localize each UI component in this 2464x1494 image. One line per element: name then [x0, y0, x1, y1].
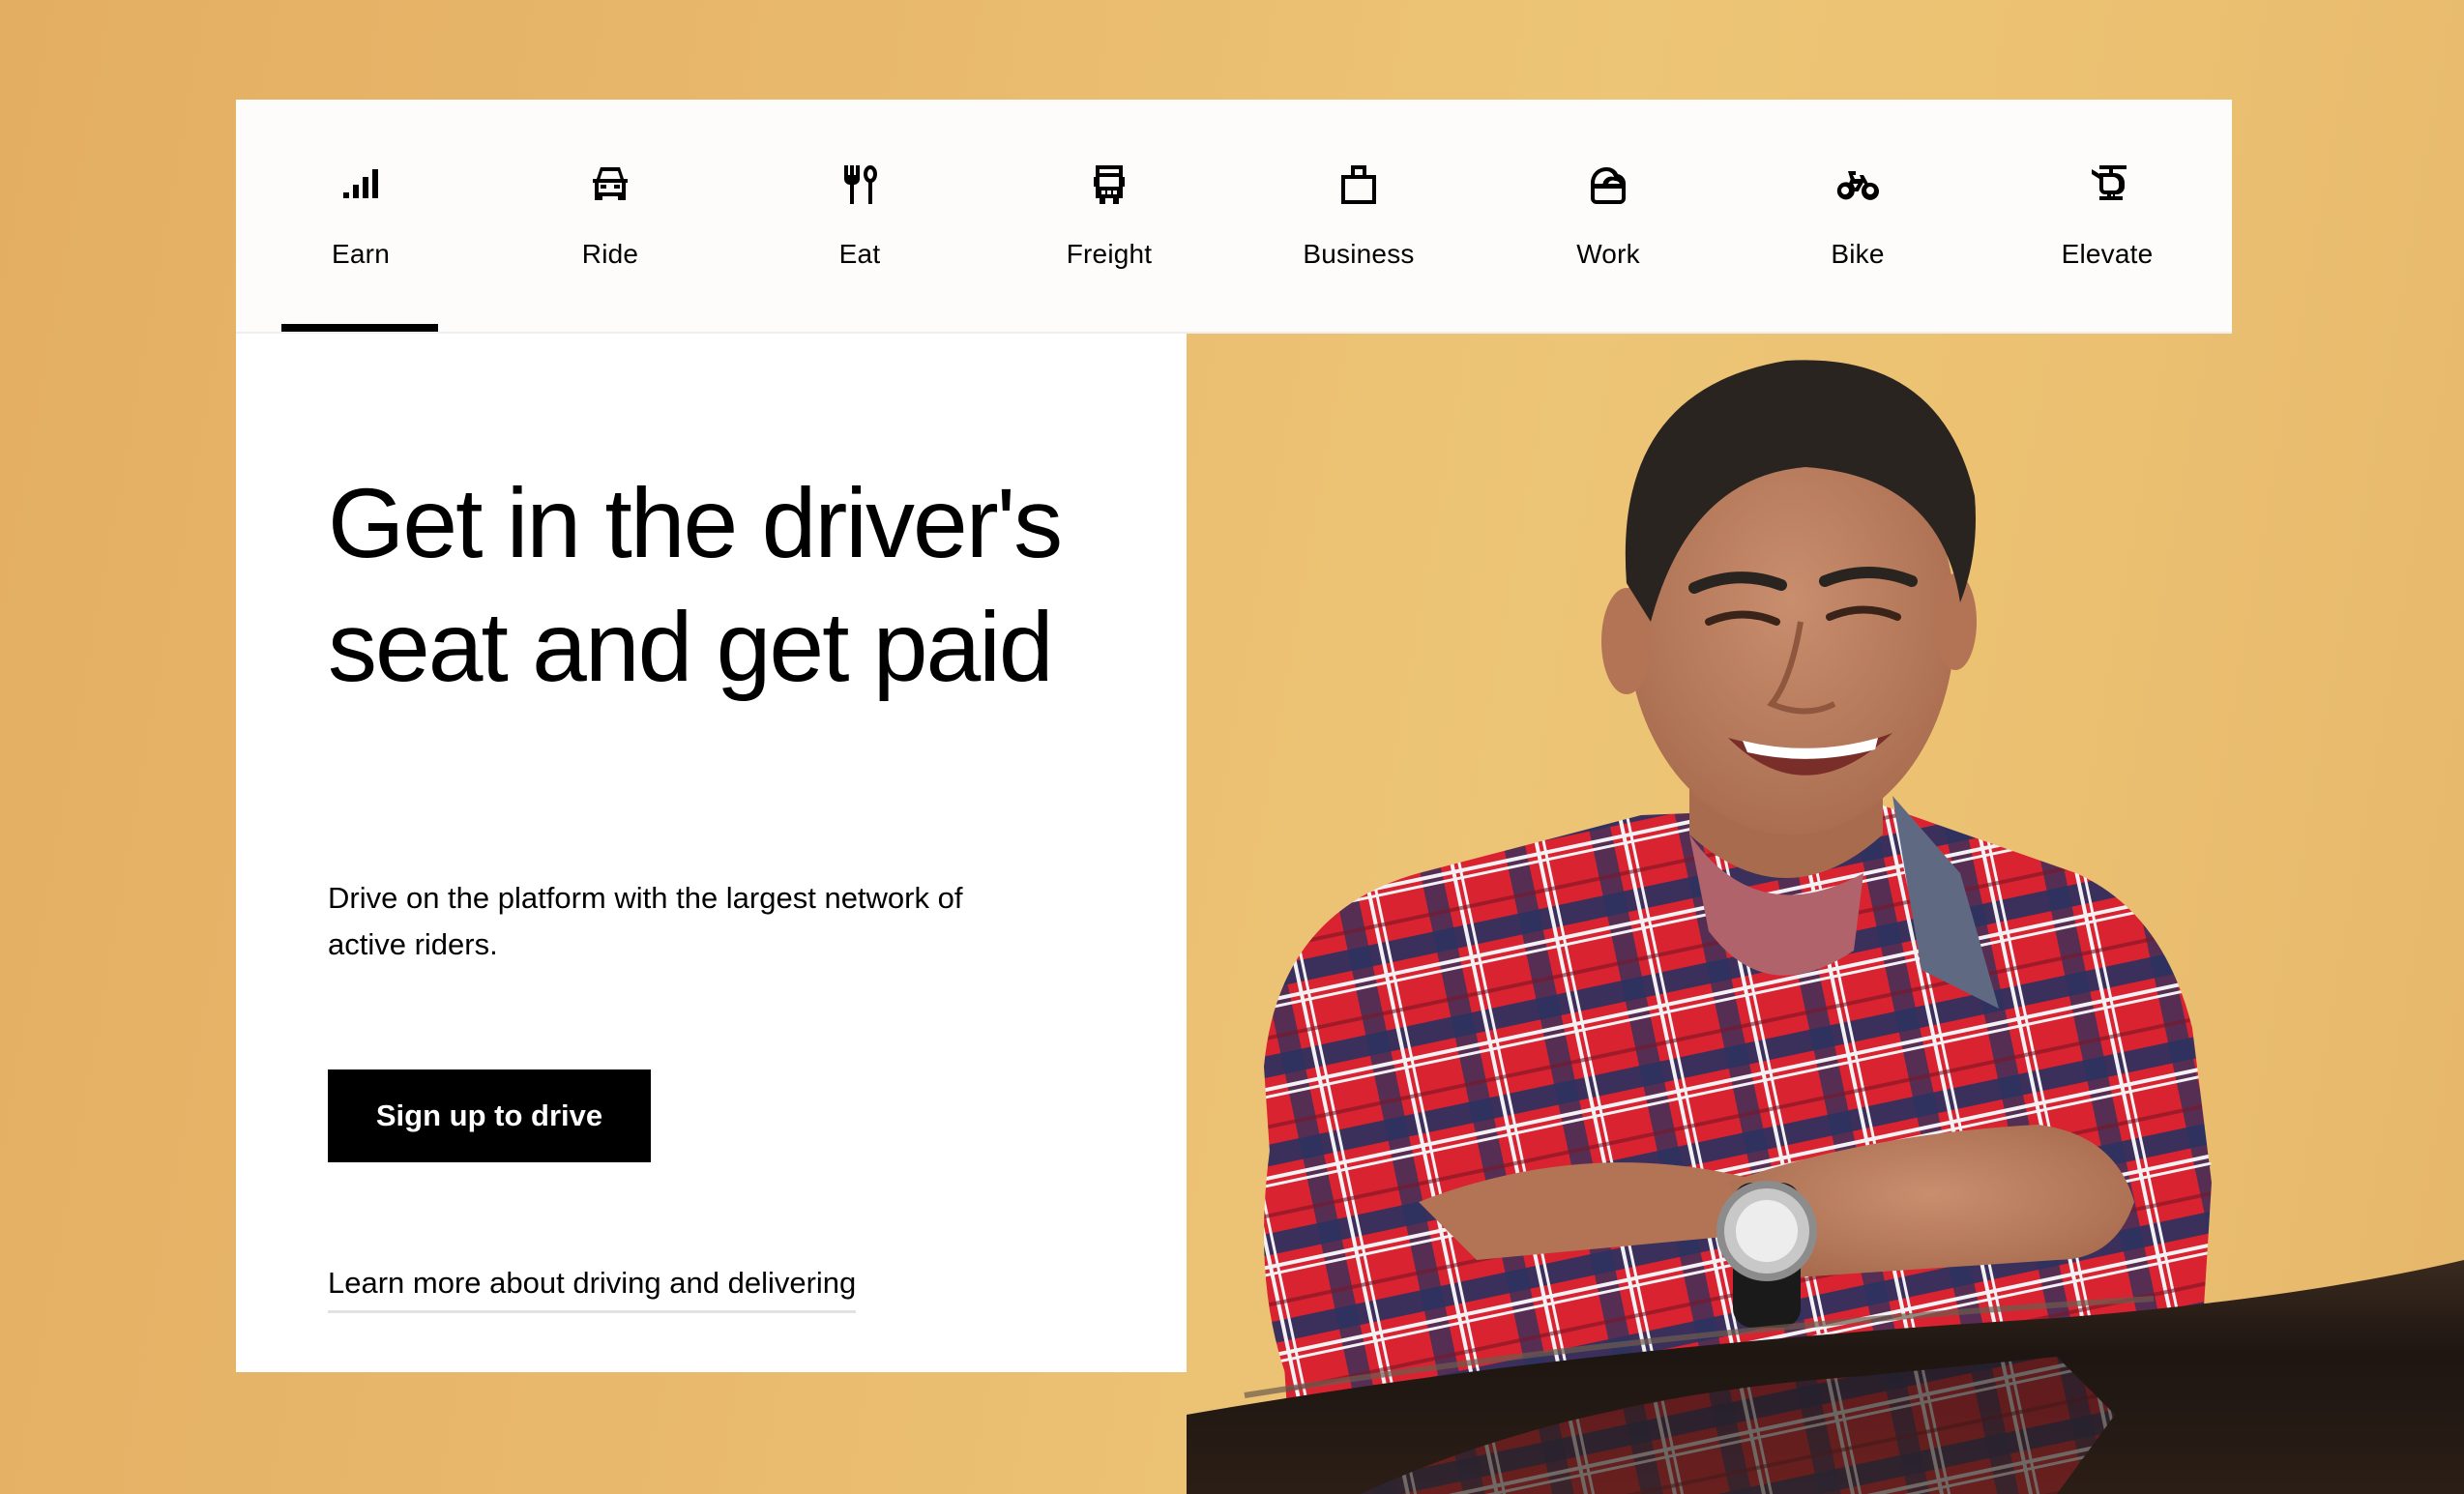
- tab-business[interactable]: Business: [1234, 100, 1483, 332]
- tab-label: Business: [1303, 239, 1415, 269]
- helicopter-icon: [2084, 161, 2130, 208]
- tab-label: Eat: [838, 239, 881, 269]
- basket-icon: [1585, 161, 1631, 208]
- tab-freight[interactable]: Freight: [984, 100, 1234, 332]
- tab-label: Work: [1576, 239, 1640, 269]
- tab-label: Freight: [1066, 239, 1153, 269]
- tab-label: Bike: [1831, 239, 1885, 269]
- learn-more-link[interactable]: Learn more about driving and delivering: [328, 1262, 857, 1313]
- hero-subtext: Drive on the platform with the largest n…: [328, 881, 963, 961]
- truck-icon: [1086, 161, 1132, 208]
- tab-label: Ride: [581, 239, 639, 269]
- tab-bike[interactable]: Bike: [1733, 100, 1982, 332]
- car-icon: [587, 161, 633, 208]
- briefcase-icon: [1335, 161, 1382, 208]
- active-tab-indicator: [281, 324, 438, 332]
- hero-photo: [1187, 332, 2464, 1494]
- hero-content-card: Get in the driver's seat and get paid Dr…: [236, 334, 1187, 1372]
- product-tab-bar: Earn Ride Eat Freight Business Work Bike…: [236, 100, 2232, 334]
- tab-work[interactable]: Work: [1483, 100, 1733, 332]
- tab-earn[interactable]: Earn: [236, 100, 485, 332]
- fork-spoon-icon: [836, 161, 883, 208]
- page-title: Get in the driver's seat and get paid: [328, 468, 1063, 702]
- tab-label: Earn: [332, 239, 390, 269]
- bike-icon: [1834, 161, 1881, 208]
- tab-label: Elevate: [2061, 239, 2154, 269]
- earn-bars-icon: [337, 161, 384, 208]
- sign-up-to-drive-button[interactable]: Sign up to drive: [328, 1069, 651, 1162]
- tab-eat[interactable]: Eat: [735, 100, 984, 332]
- tab-elevate[interactable]: Elevate: [1982, 100, 2232, 332]
- tab-ride[interactable]: Ride: [485, 100, 735, 332]
